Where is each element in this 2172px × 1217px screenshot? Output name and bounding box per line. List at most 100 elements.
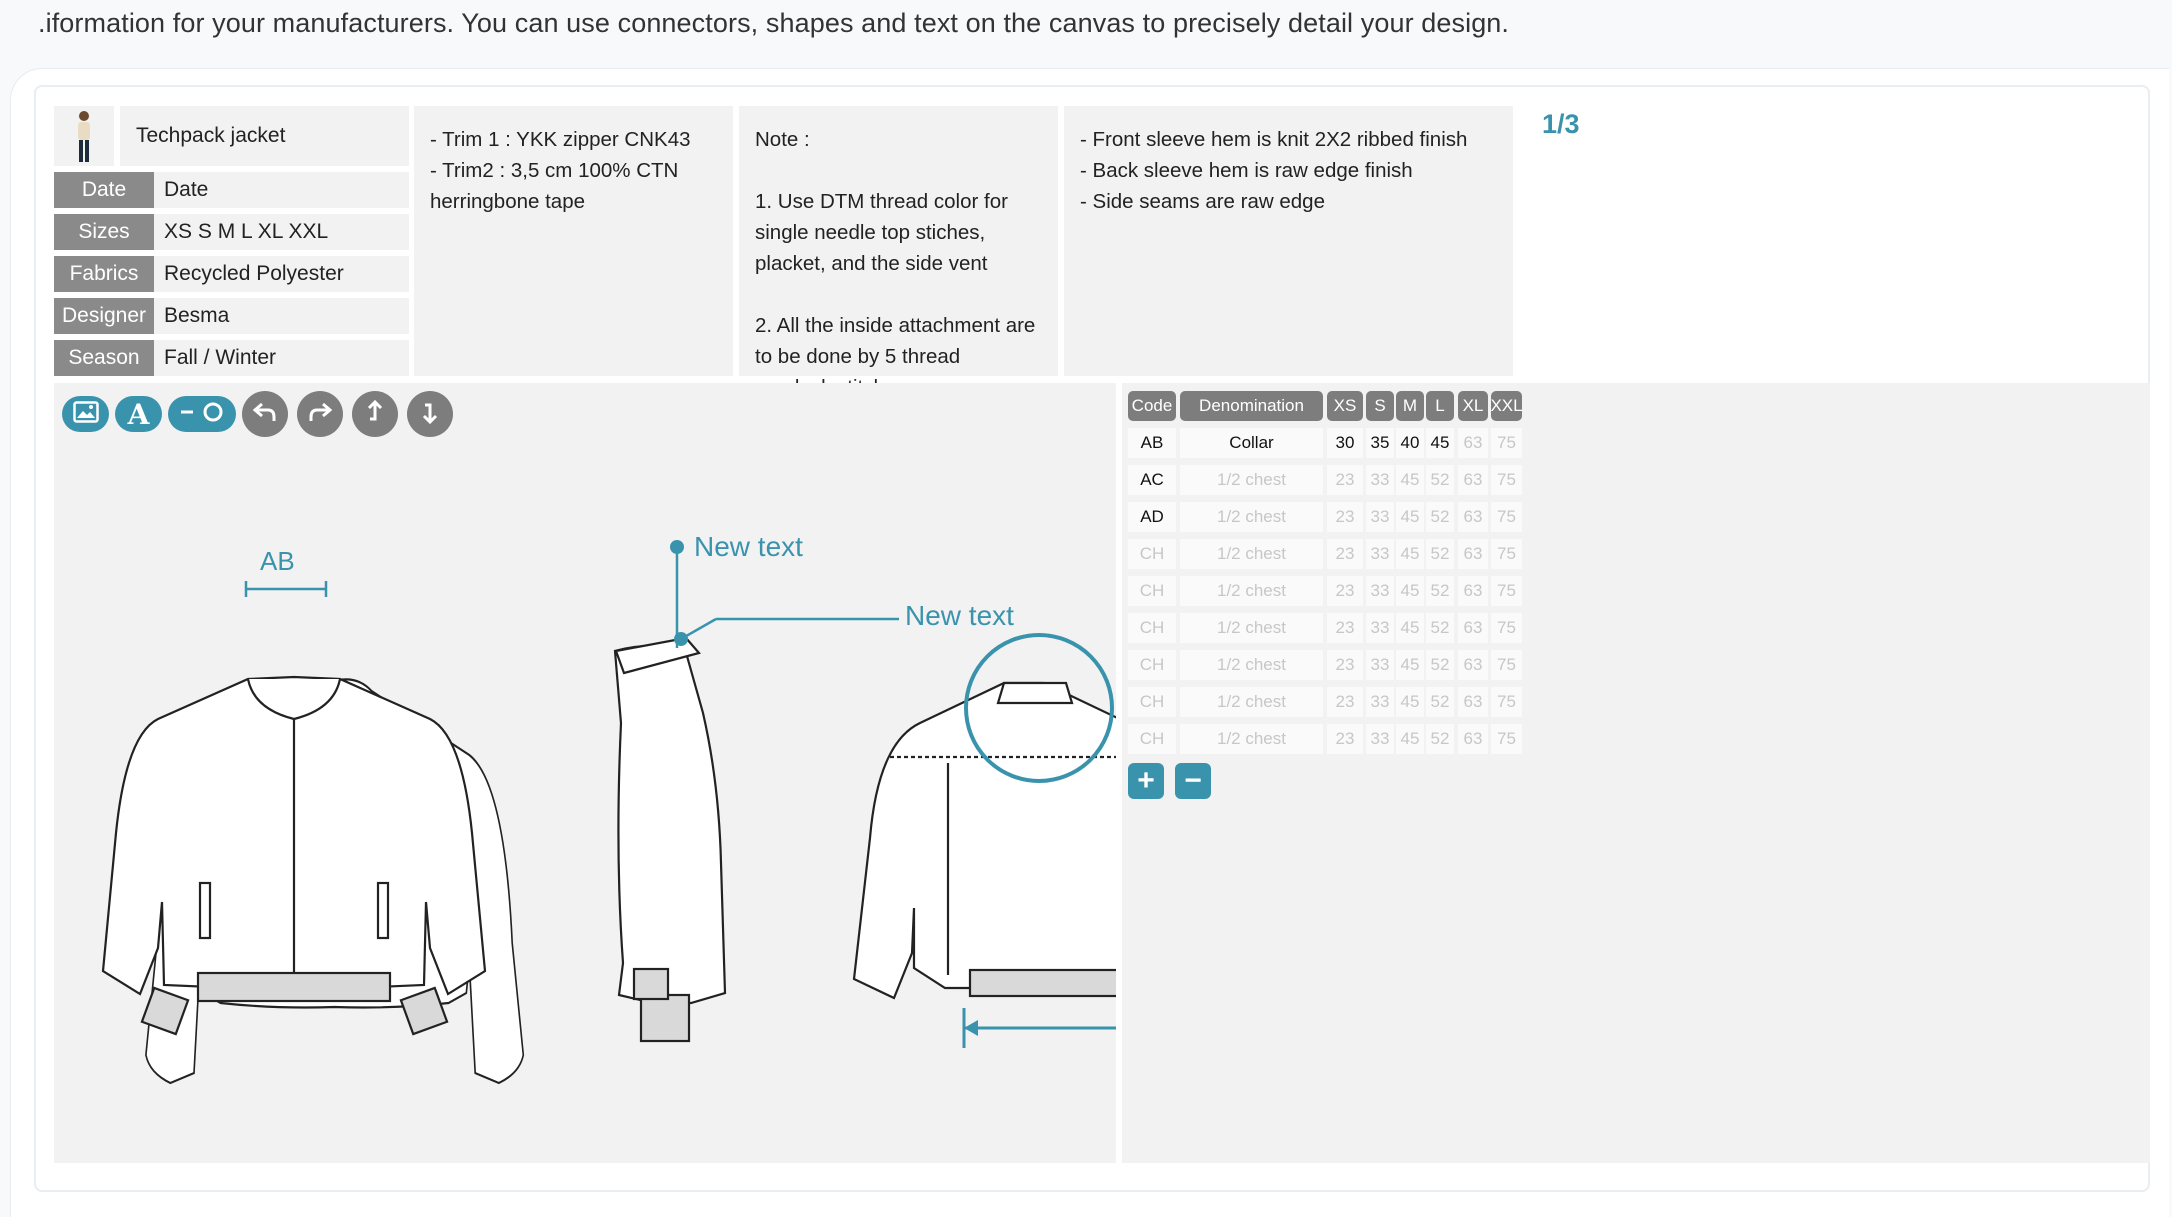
row-size-value-cell[interactable]: 75 xyxy=(1491,724,1522,754)
row-code-cell[interactable]: CH xyxy=(1128,539,1176,569)
row-denomination-cell[interactable]: Collar xyxy=(1180,428,1323,458)
row-size-value-cell[interactable]: 75 xyxy=(1491,502,1522,532)
row-size-value-cell[interactable]: 23 xyxy=(1327,576,1363,606)
row-denomination-cell[interactable]: 1/2 chest xyxy=(1180,613,1323,643)
notes-box[interactable]: Note : 1. Use DTM thread color for singl… xyxy=(739,106,1058,399)
table-header-xs: XS xyxy=(1327,391,1363,421)
row-size-value-cell[interactable]: 75 xyxy=(1491,650,1522,680)
row-denomination-cell[interactable]: 1/2 chest xyxy=(1180,687,1323,717)
row-size-value-cell[interactable]: 52 xyxy=(1426,465,1454,495)
row-size-value-cell[interactable]: 52 xyxy=(1426,613,1454,643)
row-size-value-cell[interactable]: 63 xyxy=(1458,613,1488,643)
trims-box[interactable]: - Trim 1 : YKK zipper CNK43 - Trim2 : 3,… xyxy=(414,106,733,376)
row-size-value-cell[interactable]: 33 xyxy=(1366,539,1394,569)
row-code-cell[interactable]: CH xyxy=(1128,650,1176,680)
row-size-value-cell[interactable]: 30 xyxy=(1327,428,1363,458)
row-denomination-cell[interactable]: 1/2 chest xyxy=(1180,724,1323,754)
row-size-value-cell[interactable]: 23 xyxy=(1327,613,1363,643)
row-code-cell[interactable]: CH xyxy=(1128,576,1176,606)
row-code-cell[interactable]: AB xyxy=(1128,428,1176,458)
row-size-value-cell[interactable]: 52 xyxy=(1426,687,1454,717)
new-text-label-1[interactable]: New text xyxy=(694,531,803,563)
row-size-value-cell[interactable]: 33 xyxy=(1366,502,1394,532)
row-size-value-cell[interactable]: 52 xyxy=(1426,576,1454,606)
row-denomination-cell[interactable]: 1/2 chest xyxy=(1180,539,1323,569)
row-size-value-cell[interactable]: 45 xyxy=(1396,465,1424,495)
product-thumbnail[interactable] xyxy=(54,106,114,166)
row-size-value-cell[interactable]: 63 xyxy=(1458,687,1488,717)
row-size-value-cell[interactable]: 63 xyxy=(1458,428,1488,458)
row-code-cell[interactable]: AC xyxy=(1128,465,1176,495)
designer-value[interactable]: Besma xyxy=(154,298,409,334)
date-value[interactable]: Date xyxy=(154,172,409,208)
row-size-value-cell[interactable]: 40 xyxy=(1396,428,1424,458)
row-code-cell[interactable]: CH xyxy=(1128,724,1176,754)
ab-label[interactable]: AB xyxy=(260,546,295,577)
remove-row-button[interactable]: − xyxy=(1175,763,1211,799)
row-size-value-cell[interactable]: 63 xyxy=(1458,465,1488,495)
row-size-value-cell[interactable]: 23 xyxy=(1327,650,1363,680)
row-size-value-cell[interactable]: 23 xyxy=(1327,465,1363,495)
finish-line-1: - Front sleeve hem is knit 2X2 ribbed fi… xyxy=(1080,128,1468,151)
table-header-xl: XL xyxy=(1458,391,1488,421)
fabrics-label: Fabrics xyxy=(54,256,154,292)
row-size-value-cell[interactable]: 33 xyxy=(1366,724,1394,754)
row-code-cell[interactable]: CH xyxy=(1128,613,1176,643)
row-size-value-cell[interactable]: 75 xyxy=(1491,465,1522,495)
row-code-cell[interactable]: CH xyxy=(1128,687,1176,717)
row-size-value-cell[interactable]: 33 xyxy=(1366,687,1394,717)
row-size-value-cell[interactable]: 33 xyxy=(1366,613,1394,643)
back-jacket xyxy=(852,681,1116,1000)
row-size-value-cell[interactable]: 45 xyxy=(1396,502,1424,532)
row-size-value-cell[interactable]: 35 xyxy=(1366,428,1394,458)
row-size-value-cell[interactable]: 63 xyxy=(1458,576,1488,606)
row-denomination-cell[interactable]: 1/2 chest xyxy=(1180,576,1323,606)
note-item-1: 1. Use DTM thread color for single needl… xyxy=(755,190,1008,275)
row-size-value-cell[interactable]: 52 xyxy=(1426,724,1454,754)
row-code-cell[interactable]: AD xyxy=(1128,502,1176,532)
season-label: Season xyxy=(54,340,154,376)
new-text-label-2[interactable]: New text xyxy=(905,600,1014,632)
row-size-value-cell[interactable]: 63 xyxy=(1458,539,1488,569)
row-size-value-cell[interactable]: 52 xyxy=(1426,650,1454,680)
row-size-value-cell[interactable]: 23 xyxy=(1327,502,1363,532)
product-name[interactable]: Techpack jacket xyxy=(120,106,409,166)
techpack-card: Techpack jacket Date Date Sizes XS S M L… xyxy=(34,85,2150,1192)
row-size-value-cell[interactable]: 33 xyxy=(1366,576,1394,606)
table-header-m: M xyxy=(1396,391,1424,421)
date-label: Date xyxy=(54,172,154,208)
row-size-value-cell[interactable]: 45 xyxy=(1396,724,1424,754)
sizes-value[interactable]: XS S M L XL XXL xyxy=(154,214,409,250)
row-size-value-cell[interactable]: 45 xyxy=(1396,613,1424,643)
add-row-button[interactable]: + xyxy=(1128,763,1164,799)
design-canvas[interactable]: A AB New text New text xyxy=(54,383,1116,1163)
row-size-value-cell[interactable]: 75 xyxy=(1491,428,1522,458)
row-size-value-cell[interactable]: 45 xyxy=(1396,650,1424,680)
finishes-box[interactable]: - Front sleeve hem is knit 2X2 ribbed fi… xyxy=(1064,106,1513,376)
row-size-value-cell[interactable]: 23 xyxy=(1327,687,1363,717)
row-size-value-cell[interactable]: 75 xyxy=(1491,687,1522,717)
row-size-value-cell[interactable]: 45 xyxy=(1426,428,1454,458)
row-size-value-cell[interactable]: 45 xyxy=(1396,539,1424,569)
row-denomination-cell[interactable]: 1/2 chest xyxy=(1180,465,1323,495)
row-size-value-cell[interactable]: 45 xyxy=(1396,576,1424,606)
finish-line-2: - Back sleeve hem is raw edge finish xyxy=(1080,159,1413,182)
row-size-value-cell[interactable]: 52 xyxy=(1426,502,1454,532)
row-size-value-cell[interactable]: 63 xyxy=(1458,724,1488,754)
row-size-value-cell[interactable]: 63 xyxy=(1458,502,1488,532)
fabrics-value[interactable]: Recycled Polyester xyxy=(154,256,409,292)
row-size-value-cell[interactable]: 52 xyxy=(1426,539,1454,569)
row-size-value-cell[interactable]: 45 xyxy=(1396,687,1424,717)
row-size-value-cell[interactable]: 23 xyxy=(1327,724,1363,754)
row-size-value-cell[interactable]: 23 xyxy=(1327,539,1363,569)
row-size-value-cell[interactable]: 33 xyxy=(1366,465,1394,495)
row-size-value-cell[interactable]: 63 xyxy=(1458,650,1488,680)
row-size-value-cell[interactable]: 75 xyxy=(1491,576,1522,606)
row-denomination-cell[interactable]: 1/2 chest xyxy=(1180,502,1323,532)
row-denomination-cell[interactable]: 1/2 chest xyxy=(1180,650,1323,680)
row-size-value-cell[interactable]: 33 xyxy=(1366,650,1394,680)
row-size-value-cell[interactable]: 75 xyxy=(1491,613,1522,643)
row-size-value-cell[interactable]: 75 xyxy=(1491,539,1522,569)
jacket-sketches[interactable] xyxy=(54,383,1116,1163)
season-value[interactable]: Fall / Winter xyxy=(154,340,409,376)
